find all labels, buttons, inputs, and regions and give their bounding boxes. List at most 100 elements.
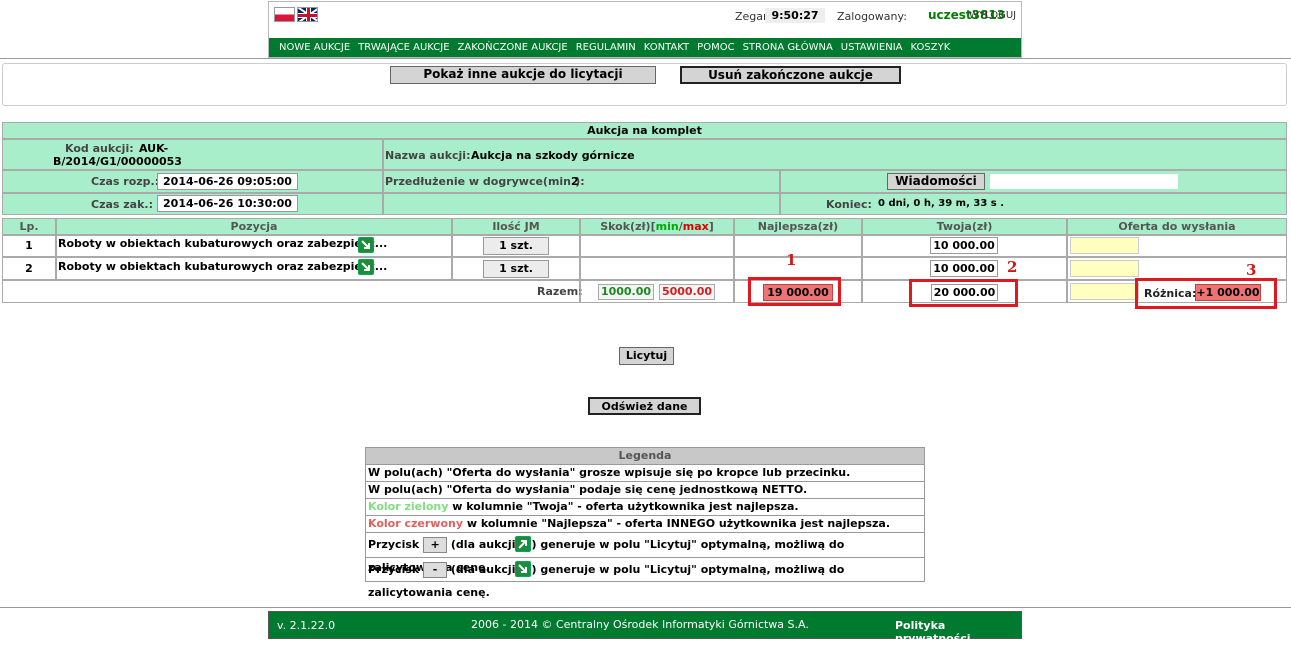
row-1-item: Roboty w obiektach kubaturowych oraz zab… <box>56 235 452 257</box>
legend-row-5: Przycisk + (dla aukcji) generuje w polu … <box>366 532 924 574</box>
col-step-max: max <box>682 220 709 233</box>
legend-row-3-text: w kolumnie "Twoja" - oferta użytkownika … <box>448 500 799 513</box>
diff-value: +1 000.00 <box>1195 284 1261 301</box>
col-step-min: min <box>655 220 679 233</box>
menu-ongoing-auctions[interactable]: TRWAJĄCE AUKCJE <box>354 42 453 53</box>
extension-label: Przedłużenie w dogrywce(min.): <box>385 175 585 188</box>
messages-button[interactable]: Wiadomości <box>887 173 985 190</box>
menu-cart[interactable]: KOSZYK <box>907 42 955 53</box>
row-1-qty-cell: 1 szt. <box>452 235 580 257</box>
down-arrow-icon <box>515 561 532 577</box>
end-time-field: 2014-06-26 10:30:00 <box>157 195 298 212</box>
minus-button-icon: - <box>423 562 448 578</box>
row-2-item: Roboty w obiektach kubaturowych oraz zab… <box>56 257 452 280</box>
start-time-cell: Czas rozp.: 2014-06-26 09:05:00 <box>2 170 383 193</box>
col-best: Najlepsza(zł) <box>734 218 862 235</box>
col-step-close: ] <box>708 220 714 233</box>
auction-code-value: AUK-B/2014/G1/00000053 <box>53 142 182 168</box>
legend-row-2: W polu(ach) "Oferta do wysłania" podaje … <box>366 481 924 498</box>
header: Zegar: 9:50:27 Zalogowany: uczest3813 WY… <box>268 1 1022 58</box>
footer-divider <box>0 607 1291 608</box>
logout-link[interactable]: WYLOGUJ <box>969 10 1016 21</box>
col-step-label: Skok(zł)[ <box>600 220 656 233</box>
privacy-link[interactable]: Polityka prywatności <box>895 619 1021 645</box>
sum-max: 5000.00 <box>659 284 715 300</box>
row-1-offer-cell <box>1067 235 1287 257</box>
row-1-arrow-icon[interactable] <box>358 237 374 253</box>
legend-row-3: Kolor zielony w kolumnie "Twoja" - ofert… <box>366 498 924 515</box>
menu-home[interactable]: STRONA GŁÓWNA <box>739 42 837 53</box>
messages-cell: Wiadomości <box>780 170 1287 193</box>
extension-cell: Przedłużenie w dogrywce(min.): 2 <box>383 170 780 193</box>
auction-name-label: Nazwa aukcji: <box>385 149 471 162</box>
row-2-item-text: Roboty w obiektach kubaturowych oraz zab… <box>58 260 388 273</box>
sum-label: Razem: <box>537 285 583 298</box>
menu-contact[interactable]: KONTAKT <box>640 42 693 53</box>
legend-row-4-text: w kolumnie "Najlepsza" - oferta INNEGO u… <box>463 517 891 530</box>
action-panel: Pokaż inne aukcje do licytacji Usuń zako… <box>2 63 1287 106</box>
col-step: Skok(zł)[min/max] <box>580 218 734 235</box>
extension-value: 2 <box>571 175 579 188</box>
row-2-qty-cell: 1 szt. <box>452 257 580 280</box>
divider <box>0 58 1291 59</box>
messages-indicator <box>990 174 1178 189</box>
legend-title: Legenda <box>366 448 924 464</box>
clock-value: 9:50:27 <box>765 8 825 23</box>
col-offer: Oferta do wysłania <box>1067 218 1287 235</box>
legend-row-6: Przycisk - (dla aukcji) generuje w polu … <box>366 557 924 599</box>
plus-button-icon: + <box>423 537 448 553</box>
logged-in-label: Zalogowany: <box>837 10 907 23</box>
row-2-step <box>580 257 734 280</box>
row-1-lp: 1 <box>2 235 56 257</box>
col-position: Pozycja <box>56 218 452 235</box>
legend-row-5-b: (dla aukcji <box>450 538 516 551</box>
menu-rules[interactable]: REGULAMIN <box>572 42 640 53</box>
row-1-best <box>734 235 862 257</box>
english-flag-icon[interactable] <box>297 7 318 22</box>
sum-label-cell: Razem: <box>2 280 583 303</box>
col-yours: Twoja(zł) <box>862 218 1067 235</box>
menu-finished-auctions[interactable]: ZAKOŃCZONE AUKCJE <box>454 42 572 53</box>
row-2-yours-cell: 10 000.00 <box>862 257 1067 280</box>
main-menu: NOWE AUKCJE TRWAJĄCE AUKCJE ZAKOŃCZONE A… <box>269 38 1021 57</box>
remove-finished-auctions-button[interactable]: Usuń zakończone aukcje <box>680 66 901 84</box>
footer: v. 2.1.22.0 2006 - 2014 © Centralny Ośro… <box>268 611 1022 645</box>
start-time-field: 2014-06-26 09:05:00 <box>157 173 298 190</box>
row-2-offer-input[interactable] <box>1070 260 1139 277</box>
auction-name-value: Aukcja na szkody górnicze <box>471 149 635 162</box>
legend-green-text: Kolor zielony <box>368 500 449 513</box>
row-1-yours: 10 000.00 <box>930 237 998 254</box>
legend-row-5-a: Przycisk <box>368 538 420 551</box>
annotation-1: 1 <box>786 251 797 269</box>
menu-help[interactable]: POMOC <box>693 42 738 53</box>
annotation-2: 2 <box>1007 258 1018 276</box>
legend: Legenda W polu(ach) "Oferta do wysłania"… <box>365 447 925 599</box>
auction-title: Aukcja na komplet <box>2 122 1287 139</box>
remaining-cell: Koniec: 0 dni, 0 h, 39 m, 33 s . <box>780 193 1287 215</box>
auction-code-cell: Kod aukcji: AUK-B/2014/G1/00000053 <box>2 139 383 170</box>
empty-cell <box>383 193 780 215</box>
row-1-offer-input[interactable] <box>1070 237 1139 254</box>
remaining-value: 0 dni, 0 h, 39 m, 33 s . <box>878 198 1004 209</box>
legend-row-6-b: (dla aukcji <box>450 563 516 576</box>
legend-row-4: Kolor czerwony w kolumnie "Najlepsza" - … <box>366 515 924 532</box>
refresh-button[interactable]: Odśwież dane <box>588 397 701 415</box>
row-2-qty: 1 szt. <box>483 260 549 278</box>
menu-settings[interactable]: USTAWIENIA <box>837 42 907 53</box>
bid-button[interactable]: Licytuj <box>619 347 674 365</box>
row-1-step <box>580 235 734 257</box>
row-2-lp: 2 <box>2 257 56 280</box>
col-lp: Lp. <box>2 218 56 235</box>
show-other-auctions-button[interactable]: Pokaż inne aukcje do licytacji <box>390 66 656 84</box>
menu-new-auctions[interactable]: NOWE AUKCJE <box>275 42 354 53</box>
end-time-label: Czas zak.: <box>91 198 153 211</box>
version: v. 2.1.22.0 <box>277 619 336 632</box>
start-time-label: Czas rozp.: <box>91 175 160 188</box>
row-2-arrow-icon[interactable] <box>358 259 374 275</box>
up-arrow-icon <box>515 536 532 552</box>
sum-yours: 20 000.00 <box>931 284 998 301</box>
row-1-qty: 1 szt. <box>483 237 549 255</box>
copyright: 2006 - 2014 © Centralny Ośrodek Informat… <box>471 618 809 631</box>
polish-flag-icon[interactable] <box>274 7 295 22</box>
row-2-yours: 10 000.00 <box>930 260 998 277</box>
